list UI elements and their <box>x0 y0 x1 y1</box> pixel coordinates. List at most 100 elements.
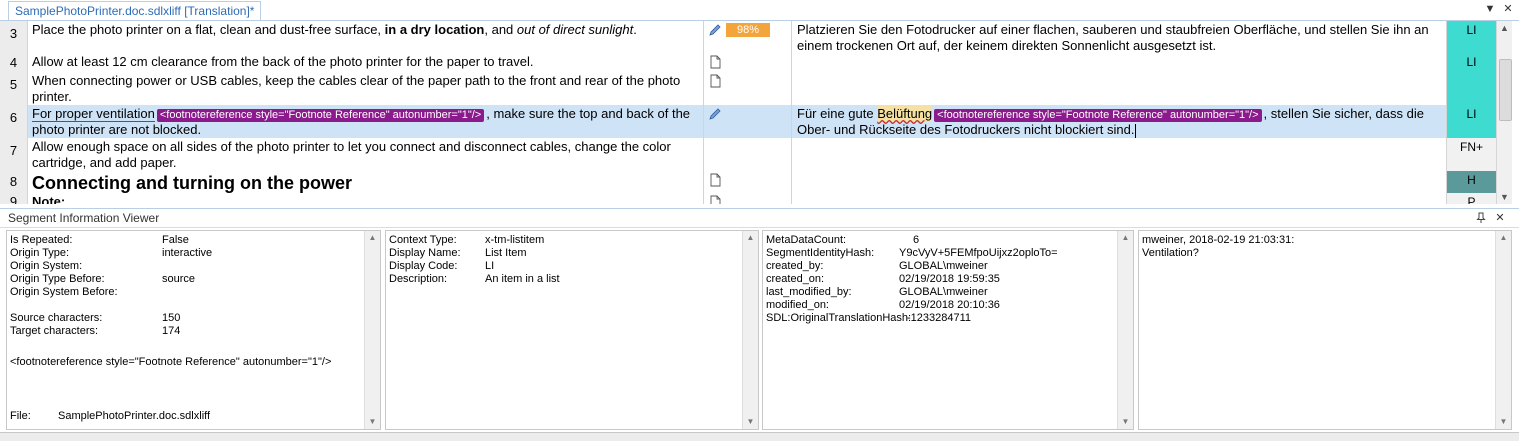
segment-info-viewer-header: Segment Information Viewer ✕ <box>0 208 1519 228</box>
commented-text[interactable]: Belüftung <box>877 106 933 121</box>
document-icon <box>710 55 721 69</box>
scroll-up-icon[interactable]: ▲ <box>1496 231 1511 245</box>
metadata-row: modified_on: 02/19/2018 20:10:36 <box>766 299 1000 311</box>
source-cell[interactable]: Place the photo printer on a flat, clean… <box>28 21 704 53</box>
segment-number: 6 <box>0 105 28 138</box>
pane-scrollbar[interactable]: ▲ ▼ <box>364 231 380 429</box>
style-cell: LI <box>1447 53 1496 72</box>
segment-properties-pane[interactable]: Is Repeated: False Origin Type: interactiv… <box>6 230 381 430</box>
style-cell: LI <box>1447 21 1496 53</box>
metadata-pane[interactable]: MetaDataCount: 6 SegmentIdentityHash: Y9cV… <box>762 230 1134 430</box>
target-cell[interactable] <box>792 53 1447 72</box>
scroll-up-icon[interactable]: ▲ <box>365 231 380 245</box>
source-cell[interactable]: When connecting power or USB cables, kee… <box>28 72 704 105</box>
source-cell[interactable]: Allow enough space on all sides of the p… <box>28 138 704 171</box>
target-cell[interactable] <box>792 138 1447 171</box>
pane-scrollbar[interactable]: ▲ ▼ <box>742 231 758 429</box>
style-cell: FN+ <box>1447 138 1496 171</box>
structure-row: Description: An item in a list <box>389 273 560 285</box>
style-cell: P <box>1447 193 1496 204</box>
footnote-tag[interactable]: <footnotereference style="Footnote Refer… <box>156 109 485 122</box>
segment-number: 4 <box>0 53 28 72</box>
character-count-row: Target characters: 174 <box>10 325 181 337</box>
target-cell[interactable] <box>792 193 1447 204</box>
source-text: For proper ventilation <box>32 106 155 122</box>
source-cell[interactable]: Allow at least 12 cm clearance from the … <box>28 53 704 72</box>
property-row: Origin Type: interactive <box>10 247 213 259</box>
status-cell[interactable] <box>704 171 792 193</box>
metadata-row: created_on: 02/19/2018 19:59:35 <box>766 273 1000 285</box>
style-cell <box>1447 72 1496 105</box>
document-icon <box>710 173 721 187</box>
status-cell[interactable] <box>704 138 792 171</box>
target-cell[interactable]: Platzieren Sie den Fotodrucker auf einer… <box>792 21 1447 53</box>
status-cell[interactable]: 98% <box>704 21 792 53</box>
document-tab-strip: SamplePhotoPrinter.doc.sdlxliff [Transla… <box>0 0 1519 21</box>
file-row: File: SamplePhotoPrinter.doc.sdlxliff <box>10 410 211 422</box>
scroll-down-icon[interactable]: ▼ <box>1496 415 1511 429</box>
scrollbar-thumb[interactable] <box>1499 59 1512 121</box>
footnote-tag[interactable]: <footnotereference style="Footnote Refer… <box>934 109 1262 122</box>
pencil-icon <box>709 24 721 36</box>
dropdown-icon[interactable]: ▼ <box>1483 2 1497 16</box>
metadata-row: last_modified_by: GLOBAL\mweiner <box>766 286 988 298</box>
segment-row-9[interactable]: 9 Note: P <box>0 193 1496 204</box>
segment-number: 9 <box>0 193 28 204</box>
panel-title: Segment Information Viewer <box>8 211 160 225</box>
scroll-up-icon[interactable]: ▲ <box>1497 21 1512 35</box>
source-cell[interactable]: Connecting and turning on the power <box>28 171 704 193</box>
source-cell[interactable]: Note: <box>28 193 704 204</box>
target-cell[interactable] <box>792 171 1447 193</box>
scroll-down-icon[interactable]: ▼ <box>365 415 380 429</box>
document-structure-pane[interactable]: Context Type: x-tm-listitem Display Name:… <box>385 230 759 430</box>
structure-row: Display Name: List Item <box>389 247 527 259</box>
comments-pane[interactable]: mweiner, 2018-02-19 21:03:31: Ventilatio… <box>1138 230 1512 430</box>
comment-author-line: mweiner, 2018-02-19 21:03:31: <box>1142 234 1295 246</box>
metadata-row: created_by: GLOBAL\mweiner <box>766 260 988 272</box>
segment-number: 3 <box>0 21 28 53</box>
match-percentage-badge: 98% <box>726 23 770 37</box>
metadata-row: SDL:OriginalTranslationHash: -1233284711 <box>766 312 972 324</box>
status-cell[interactable] <box>704 105 792 138</box>
property-row: Origin System Before: <box>10 286 118 298</box>
document-icon <box>710 195 721 204</box>
source-cell[interactable]: For proper ventilation <footnotereference… <box>28 105 704 138</box>
segment-row-3[interactable]: 3 Place the photo printer on a flat, cle… <box>0 21 1496 54</box>
scroll-down-icon[interactable]: ▼ <box>743 415 758 429</box>
property-row: Is Repeated: False <box>10 234 189 246</box>
segment-row-8[interactable]: 8 Connecting and turning on the power H <box>0 171 1496 194</box>
style-cell: LI <box>1447 105 1496 138</box>
status-cell[interactable] <box>704 53 792 72</box>
metadata-row: SegmentIdentityHash: Y9cVyV+5FEMfpoUijxz2… <box>766 247 1058 259</box>
tag-text: <footnotereference style="Footnote Refer… <box>10 356 332 368</box>
segment-row-4[interactable]: 4 Allow at least 12 cm clearance from th… <box>0 53 1496 73</box>
segment-number: 8 <box>0 171 28 193</box>
pane-scrollbar[interactable]: ▲ ▼ <box>1495 231 1511 429</box>
scroll-up-icon[interactable]: ▲ <box>1118 231 1133 245</box>
pane-scrollbar[interactable]: ▲ ▼ <box>1117 231 1133 429</box>
segment-row-7[interactable]: 7 Allow enough space on all sides of the… <box>0 138 1496 172</box>
source-text: Place the photo printer on a flat, clean… <box>32 22 385 37</box>
close-panel-icon[interactable]: ✕ <box>1493 211 1507 224</box>
property-row: Origin Type Before: source <box>10 273 196 285</box>
comment-text: Ventilation? <box>1142 247 1199 259</box>
status-cell[interactable] <box>704 193 792 204</box>
segment-row-6-selected[interactable]: 6 For proper ventilation <footnotereferen… <box>0 105 1496 139</box>
document-icon <box>710 74 721 88</box>
segment-row-5[interactable]: 5 When connecting power or USB cables, k… <box>0 72 1496 106</box>
close-icon[interactable]: ✕ <box>1501 2 1515 16</box>
scroll-down-icon[interactable]: ▼ <box>1497 190 1512 204</box>
pin-icon[interactable] <box>1476 212 1486 224</box>
structure-row: Context Type: x-tm-listitem <box>389 234 545 246</box>
editor-scrollbar[interactable]: ▲ ▼ <box>1496 21 1512 204</box>
document-tab[interactable]: SamplePhotoPrinter.doc.sdlxliff [Transla… <box>8 1 262 20</box>
target-cell[interactable] <box>792 72 1447 105</box>
source-bold-text: in a dry location <box>384 22 485 37</box>
target-cell-active[interactable]: Für eine gute Belüftung <footnotereferenc… <box>792 105 1447 138</box>
translation-editor-grid: 3 Place the photo printer on a flat, cle… <box>0 21 1496 204</box>
scroll-up-icon[interactable]: ▲ <box>743 231 758 245</box>
scroll-down-icon[interactable]: ▼ <box>1118 415 1133 429</box>
pencil-icon <box>709 108 721 120</box>
status-cell[interactable] <box>704 72 792 105</box>
metadata-row: MetaDataCount: 6 <box>766 234 920 246</box>
